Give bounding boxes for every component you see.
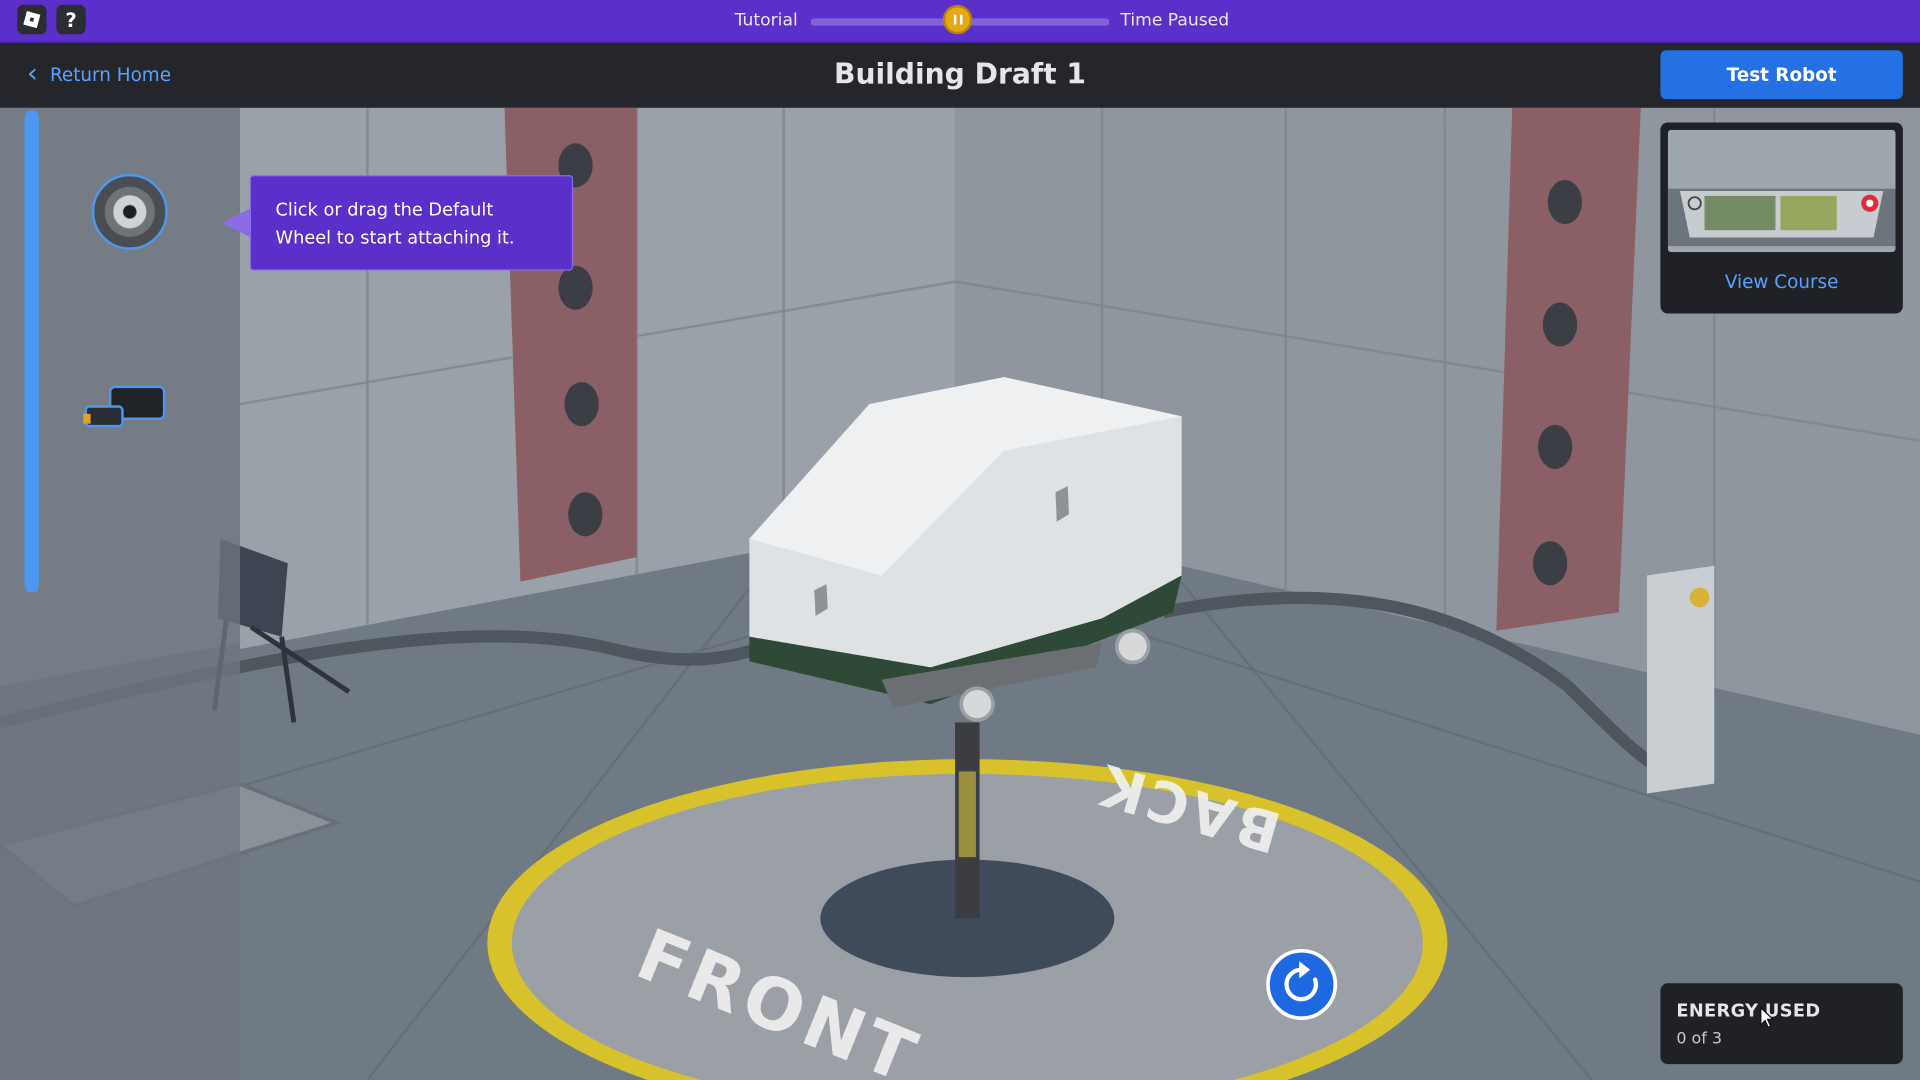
help-icon: ? bbox=[65, 7, 77, 32]
course-thumbnail bbox=[1667, 129, 1896, 253]
motor-icon[interactable] bbox=[81, 384, 167, 433]
header-bar: ‹ Return Home Building Draft 1 Test Robo… bbox=[0, 42, 1920, 108]
help-button[interactable]: ? bbox=[56, 4, 86, 35]
tutorial-tooltip: Click or drag the Default Wheel to start… bbox=[249, 175, 574, 271]
wheel-icon[interactable] bbox=[91, 173, 168, 250]
roblox-logo-icon[interactable] bbox=[17, 4, 47, 35]
view-course-link[interactable]: View Course bbox=[1660, 271, 1902, 293]
sidebar-scrollbar[interactable] bbox=[24, 110, 40, 593]
page-title: Building Draft 1 bbox=[833, 58, 1087, 91]
rotate-icon[interactable] bbox=[1266, 948, 1338, 1021]
tooltip-text: Click or drag the Default Wheel to start… bbox=[275, 200, 515, 249]
mouse-cursor-icon bbox=[1760, 1006, 1775, 1034]
top-bar: ? Tutorial Time Paused bbox=[0, 0, 1920, 43]
view-course-card[interactable]: View Course bbox=[1660, 122, 1903, 314]
tooltip-arrow bbox=[221, 208, 252, 238]
time-status-label: Time Paused bbox=[1120, 11, 1230, 31]
pause-icon[interactable] bbox=[942, 4, 973, 35]
test-robot-button[interactable]: Test Robot bbox=[1660, 50, 1903, 100]
tutorial-label: Tutorial bbox=[734, 11, 798, 31]
energy-panel: ENERGY USED 0 of 3 bbox=[1660, 983, 1903, 1065]
energy-value: 0 of 3 bbox=[1676, 1029, 1723, 1049]
energy-title: ENERGY USED bbox=[1676, 1001, 1821, 1022]
